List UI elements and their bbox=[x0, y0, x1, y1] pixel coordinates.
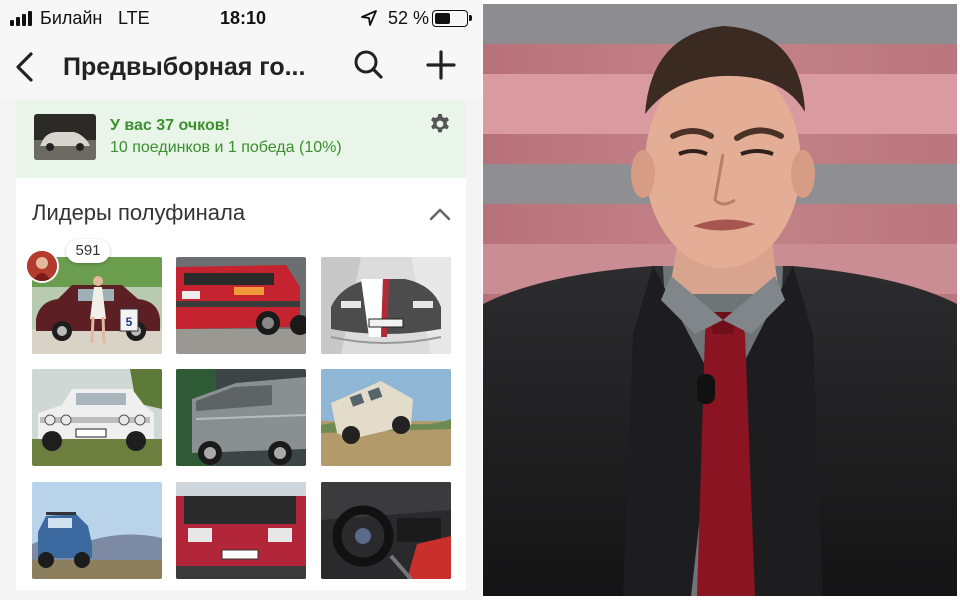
leader-tile[interactable] bbox=[176, 369, 306, 466]
location-arrow-icon bbox=[361, 10, 377, 26]
content-card: У вас 37 очков! 10 поединков и 1 победа … bbox=[16, 100, 466, 590]
score-thumbnail bbox=[34, 114, 96, 160]
score-headline: У вас 37 очков! bbox=[110, 117, 230, 134]
carrier-name: Билайн bbox=[40, 8, 103, 28]
search-icon[interactable] bbox=[352, 48, 386, 82]
plus-icon[interactable] bbox=[424, 48, 458, 82]
leader-tile[interactable] bbox=[176, 257, 306, 354]
leaders-heading: Лидеры полуфинала bbox=[32, 200, 246, 225]
leader-tile[interactable] bbox=[176, 482, 306, 579]
score-banner[interactable]: У вас 37 очков! 10 поединков и 1 победа … bbox=[16, 100, 466, 178]
back-chevron-icon[interactable] bbox=[12, 50, 38, 84]
phone-screenshot: Билайн LTE 18:10 52 % Предвыборная го... bbox=[0, 0, 482, 600]
leader-tile[interactable] bbox=[321, 257, 451, 354]
signal-icon bbox=[10, 10, 36, 26]
page-title: Предвыборная го... bbox=[63, 53, 306, 81]
portrait-photo bbox=[483, 4, 957, 596]
leader-tile[interactable] bbox=[321, 482, 451, 579]
score-detail: 10 поединков и 1 победа (10%) bbox=[110, 139, 342, 156]
vote-count-badge: 591 bbox=[66, 239, 110, 263]
plate-number: 5 bbox=[126, 315, 133, 329]
leader-tile[interactable] bbox=[32, 369, 162, 466]
status-bar: Билайн LTE 18:10 52 % bbox=[0, 0, 482, 36]
clock: 18:10 bbox=[220, 8, 267, 28]
nav-bar: Предвыборная го... bbox=[0, 36, 482, 98]
battery-percent: 52 % bbox=[388, 8, 430, 28]
gear-icon[interactable] bbox=[428, 113, 452, 137]
leader-tile[interactable] bbox=[321, 369, 451, 466]
avatar[interactable] bbox=[25, 249, 59, 283]
chevron-up-icon[interactable] bbox=[426, 202, 454, 226]
battery-icon bbox=[432, 10, 472, 27]
network-type: LTE bbox=[118, 8, 150, 28]
leader-tile[interactable] bbox=[32, 482, 162, 579]
